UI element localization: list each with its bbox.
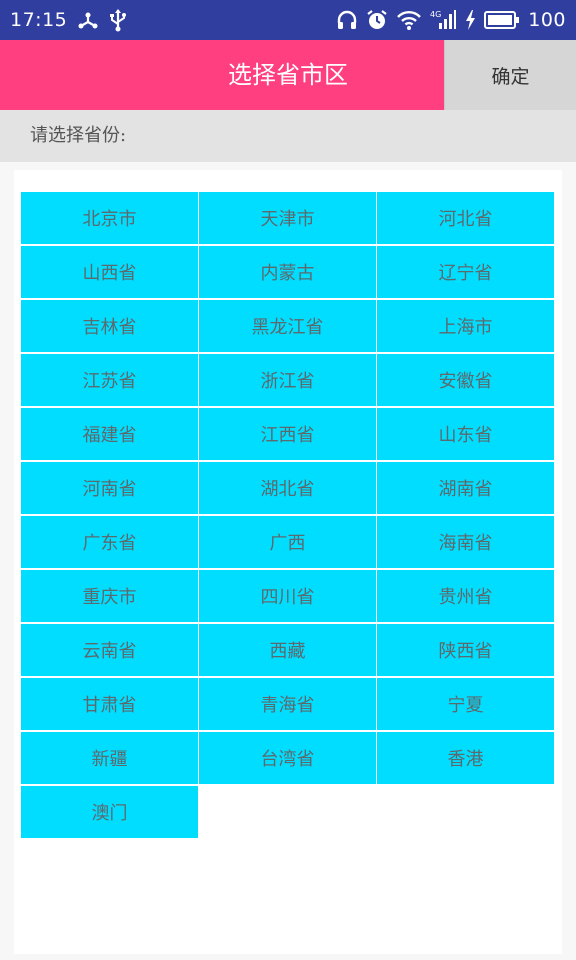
province-cell[interactable]: 广西 <box>199 516 376 568</box>
headphones-icon <box>336 9 358 31</box>
province-prompt: 请选择省份: <box>0 110 576 162</box>
battery-level: 100 <box>528 9 566 31</box>
status-left: 17:15 <box>10 8 127 32</box>
province-cell[interactable]: 吉林省 <box>21 300 198 352</box>
province-cell[interactable]: 西藏 <box>199 624 376 676</box>
signal-4g-icon: 4G <box>430 9 457 31</box>
wifi-icon <box>396 9 422 31</box>
usb-icon <box>109 8 127 32</box>
province-cell[interactable]: 贵州省 <box>377 570 554 622</box>
battery-icon <box>484 10 520 30</box>
province-cell[interactable]: 福建省 <box>21 408 198 460</box>
province-cell[interactable]: 内蒙古 <box>199 246 376 298</box>
title-bar: 选择省市区 确定 <box>0 40 576 110</box>
status-time: 17:15 <box>10 9 68 31</box>
signal-4g-label: 4G <box>430 10 441 19</box>
province-cell[interactable]: 黑龙江省 <box>199 300 376 352</box>
province-cell[interactable]: 甘肃省 <box>21 678 198 730</box>
province-cell[interactable]: 香港 <box>377 732 554 784</box>
province-cell[interactable]: 湖南省 <box>377 462 554 514</box>
province-cell[interactable]: 辽宁省 <box>377 246 554 298</box>
charging-icon <box>464 9 476 31</box>
province-cell[interactable]: 山东省 <box>377 408 554 460</box>
province-cell[interactable]: 山西省 <box>21 246 198 298</box>
province-panel: 北京市 天津市 河北省山西省 内蒙古 辽宁省吉林省 黑龙江省 上海市江苏省 浙江省 安徽省福建省… <box>14 170 562 954</box>
province-cell[interactable]: 宁夏 <box>377 678 554 730</box>
status-right: 4G 100 <box>336 9 566 31</box>
province-grid: 北京市 天津市 河北省山西省 内蒙古 辽宁省吉林省 黑龙江省 上海市江苏省 浙江省 安徽省福建省… <box>21 192 555 838</box>
province-cell[interactable]: 澳门 <box>21 786 198 838</box>
province-cell[interactable]: 江西省 <box>199 408 376 460</box>
province-cell[interactable]: 湖北省 <box>199 462 376 514</box>
province-cell[interactable]: 陕西省 <box>377 624 554 676</box>
province-cell[interactable]: 浙江省 <box>199 354 376 406</box>
province-cell[interactable]: 河北省 <box>377 192 554 244</box>
province-cell[interactable]: 安徽省 <box>377 354 554 406</box>
status-bar: 17:15 4G 100 <box>0 0 576 40</box>
alarm-icon <box>366 9 388 31</box>
province-cell[interactable]: 天津市 <box>199 192 376 244</box>
province-cell[interactable]: 北京市 <box>21 192 198 244</box>
province-cell[interactable]: 四川省 <box>199 570 376 622</box>
province-cell[interactable]: 海南省 <box>377 516 554 568</box>
province-cell[interactable]: 江苏省 <box>21 354 198 406</box>
usb-debug-icon <box>77 9 99 31</box>
confirm-button[interactable]: 确定 <box>444 40 576 110</box>
province-cell[interactable]: 河南省 <box>21 462 198 514</box>
province-cell[interactable]: 上海市 <box>377 300 554 352</box>
province-cell[interactable]: 云南省 <box>21 624 198 676</box>
province-cell[interactable]: 广东省 <box>21 516 198 568</box>
province-cell[interactable]: 新疆 <box>21 732 198 784</box>
province-cell[interactable]: 青海省 <box>199 678 376 730</box>
province-cell[interactable]: 重庆市 <box>21 570 198 622</box>
province-cell[interactable]: 台湾省 <box>199 732 376 784</box>
